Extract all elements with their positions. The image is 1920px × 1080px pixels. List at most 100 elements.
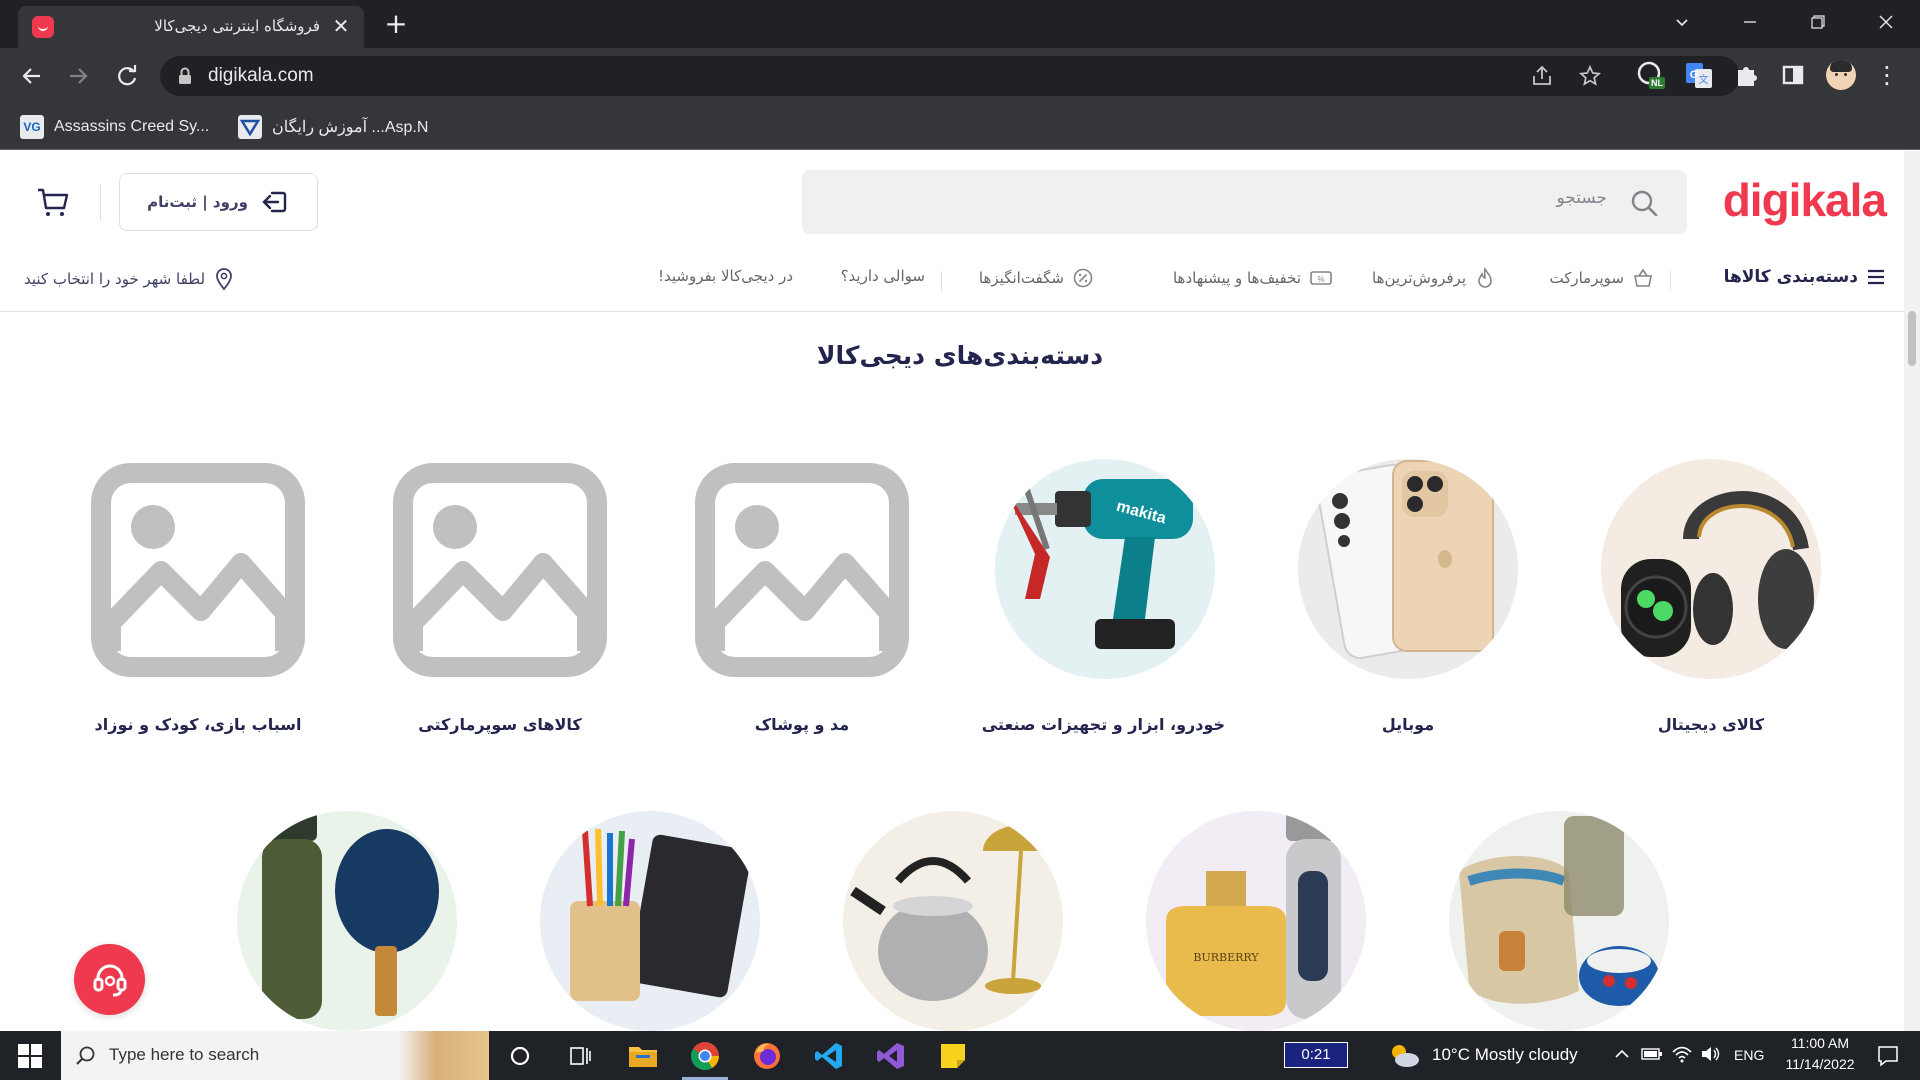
browser-menu-icon[interactable]: ⋮ (1872, 60, 1902, 90)
visual-studio-icon[interactable] (874, 1039, 908, 1073)
category-card[interactable]: کالای دیجیتال (1591, 459, 1831, 749)
page-viewport: digikala ورود | ثبت‌نام دسته‌بندی کالاها… (0, 151, 1920, 1031)
category-card[interactable]: مد و پوشاک (682, 459, 922, 749)
new-tab-button[interactable]: + (380, 9, 412, 41)
bookmark-label: آموزش رایگان ...Asp.N (272, 119, 429, 136)
svg-text:%: % (1317, 275, 1324, 284)
support-chat-button[interactable] (74, 944, 145, 1015)
scrollbar-thumb[interactable] (1908, 311, 1916, 366)
nav-faq[interactable]: سوالی دارید؟ (841, 267, 925, 285)
clock-date[interactable]: 11/14/2022 (1776, 1056, 1864, 1072)
browser-toolbar: digikala.com NL G文 ⋮ (0, 48, 1920, 104)
sports-travel-image[interactable] (237, 811, 457, 1031)
nav-divider (941, 271, 942, 291)
search-icon (76, 1046, 95, 1065)
tab-search-icon[interactable] (1648, 0, 1716, 44)
category-label: کالاهای سوپرمارکتی (418, 715, 582, 734)
chrome-icon[interactable] (688, 1039, 722, 1073)
category-label: اسباب بازی، کودک و نوزاد (94, 715, 302, 734)
profile-avatar[interactable] (1826, 60, 1856, 90)
nav-sell[interactable]: در دیجی‌کالا بفروشید! (658, 267, 793, 285)
file-explorer-icon[interactable] (626, 1039, 660, 1073)
weather-cloud-icon (1392, 1045, 1419, 1067)
windows-start-icon[interactable] (18, 1044, 42, 1068)
books-stationery-image[interactable] (540, 811, 760, 1031)
lock-icon[interactable] (178, 67, 192, 85)
nav-sell-label: در دیجی‌کالا بفروشید! (657, 267, 793, 285)
main-nav: دسته‌بندی کالاها سوپرمارکت پرفروش‌ترین‌ه… (0, 251, 1920, 307)
minimize-button[interactable] (1716, 0, 1784, 44)
coupon-icon: % (1310, 271, 1332, 285)
cart-icon[interactable] (36, 185, 70, 219)
task-view-icon[interactable] (563, 1039, 597, 1073)
beauty-health-image[interactable]: BURBERRY (1146, 811, 1366, 1031)
nav-discounts[interactable]: % تخفیف‌ها و پیشنهادها (1173, 267, 1333, 289)
bookmark-item[interactable]: VG Assassins Creed Sy... (20, 114, 209, 140)
battery-icon[interactable] (1641, 1045, 1663, 1063)
bookmark-item[interactable]: آموزش رایگان ...Asp.N (238, 114, 428, 140)
taskbar-search-placeholder: Type here to search (109, 1045, 260, 1064)
nav-discounts-label: تخفیف‌ها و پیشنهادها (1172, 269, 1301, 287)
login-button[interactable]: ورود | ثبت‌نام (119, 173, 318, 231)
notification-center-icon[interactable] (1876, 1044, 1900, 1068)
google-translate-icon[interactable]: G文 (1684, 60, 1714, 90)
login-icon (262, 191, 287, 213)
category-card[interactable]: کالاهای سوپرمارکتی (380, 459, 620, 749)
page-scrollbar[interactable] (1904, 151, 1920, 1031)
bookmark-label: Assassins Creed Sy... (54, 118, 210, 135)
vscode-icon[interactable] (812, 1039, 846, 1073)
location-label: لطفا شهر خود را انتخاب کنید (24, 270, 206, 288)
address-bar[interactable]: digikala.com (160, 56, 1740, 96)
search-highlight-image (399, 1031, 489, 1080)
header-divider (100, 184, 101, 220)
image-placeholder-icon (695, 463, 909, 677)
tray-chevron-up-icon[interactable] (1614, 1047, 1630, 1061)
clock-time[interactable]: 11:00 AM (1782, 1035, 1858, 1051)
category-card[interactable]: makita خودرو، ابزار و تجهیزات صنعتی (981, 459, 1225, 749)
headset-icon (93, 964, 126, 996)
native-crafts-image[interactable] (1449, 811, 1669, 1031)
svg-text:文: 文 (1699, 73, 1709, 86)
category-label: خودرو، ابزار و تجهیزات صنعتی (981, 715, 1225, 734)
digikala-logo[interactable]: digikala (1723, 173, 1887, 227)
cortana-icon[interactable] (503, 1039, 537, 1073)
search-box[interactable] (802, 170, 1687, 234)
share-icon[interactable] (1530, 64, 1554, 88)
close-window-button[interactable] (1852, 0, 1920, 44)
nav-amazing[interactable]: شگفت‌انگیزها (979, 267, 1094, 289)
nav-bestsellers[interactable]: پرفروش‌ترین‌ها (1372, 267, 1496, 289)
location-selector[interactable]: لطفا شهر خود را انتخاب کنید (24, 267, 235, 291)
category-label: کالای دیجیتال (1657, 715, 1765, 734)
home-kitchen-image[interactable] (843, 811, 1063, 1031)
recording-timer[interactable]: 0:21 (1284, 1042, 1348, 1068)
back-button[interactable] (16, 60, 48, 92)
url-text[interactable]: digikala.com (208, 65, 314, 87)
restore-button[interactable] (1784, 0, 1852, 44)
browser-tab[interactable]: فروشگاه اینترنتی دیجی‌کالا ✕ (18, 6, 364, 48)
location-pin-icon (216, 268, 232, 291)
category-card[interactable]: موبایل (1288, 459, 1528, 749)
percent-circle-icon (1073, 268, 1093, 288)
volume-icon[interactable] (1700, 1044, 1722, 1064)
search-icon[interactable] (1629, 188, 1659, 218)
forward-button[interactable] (62, 60, 94, 92)
nav-supermarket-label: سوپرمارکت (1549, 269, 1625, 287)
weather-text[interactable]: 10°C Mostly cloudy (1432, 1045, 1578, 1065)
tab-close-icon[interactable]: ✕ (330, 15, 352, 37)
extension-nl-icon[interactable]: NL (1636, 60, 1666, 90)
bookmark-star-icon[interactable] (1578, 64, 1602, 88)
reload-button[interactable] (111, 60, 143, 92)
side-panel-icon[interactable] (1778, 60, 1808, 90)
firefox-icon[interactable] (750, 1039, 784, 1073)
nav-categories[interactable]: دسته‌بندی کالاها (1724, 267, 1886, 287)
category-card[interactable]: اسباب بازی، کودک و نوزاد (78, 459, 318, 749)
taskbar-search[interactable]: Type here to search (61, 1031, 489, 1080)
language-indicator[interactable]: ENG (1734, 1047, 1764, 1063)
search-input[interactable] (907, 188, 1607, 208)
wifi-icon[interactable] (1671, 1044, 1693, 1064)
nav-supermarket[interactable]: سوپرمارکت (1550, 267, 1655, 289)
extensions-puzzle-icon[interactable] (1732, 60, 1762, 90)
sticky-notes-icon[interactable] (936, 1039, 970, 1073)
vg-icon: VG (20, 115, 44, 139)
digikala-favicon-icon (32, 16, 54, 38)
